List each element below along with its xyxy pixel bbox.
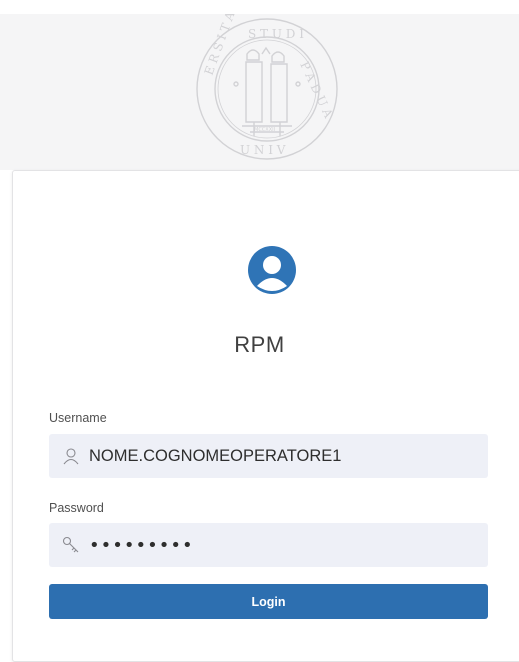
user-icon [61, 446, 81, 466]
password-field[interactable]: ••••••••• [49, 523, 488, 567]
user-avatar-icon [248, 246, 296, 294]
university-seal-logo: S T U D I E R S I T A S P A D U A U N I … [196, 14, 338, 160]
svg-text:E R S I T A S: E R S I T A S [202, 14, 242, 77]
username-label: Username [49, 411, 107, 425]
username-value: NOME.COGNOMEOPERATORE1 [89, 446, 342, 465]
app-title: RPM [234, 332, 285, 357]
svg-text:S T U D I: S T U D I [248, 27, 304, 41]
username-field[interactable]: NOME.COGNOMEOPERATORE1 [49, 434, 488, 478]
svg-text:MCCXXII: MCCXXII [254, 127, 275, 133]
password-value: ••••••••• [89, 534, 194, 556]
svg-text:P A D U A: P A D U A [297, 59, 335, 120]
login-button[interactable]: Login [49, 584, 488, 619]
key-icon [61, 535, 81, 555]
svg-text:U N I V: U N I V [240, 143, 286, 157]
password-label: Password [49, 501, 104, 515]
